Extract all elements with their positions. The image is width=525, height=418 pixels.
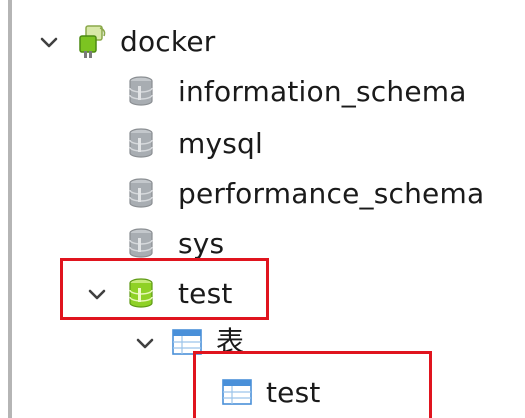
tree-node-database[interactable]: performance_schema xyxy=(12,170,512,218)
connection-label: docker xyxy=(120,25,216,58)
tree-node-database[interactable]: information_schema xyxy=(12,68,492,116)
database-gray-icon xyxy=(128,178,156,210)
connection-plug-icon xyxy=(74,24,106,58)
chevron-down-icon[interactable] xyxy=(38,31,60,53)
database-label: information_schema xyxy=(178,75,467,108)
navigator-tree-panel: docker information_schema mysql performa… xyxy=(0,0,525,418)
database-gray-icon xyxy=(128,228,156,260)
database-gray-icon xyxy=(128,128,156,160)
database-label: mysql xyxy=(178,127,263,160)
highlight-box-table-test xyxy=(193,351,432,418)
chevron-down-icon[interactable] xyxy=(134,332,156,354)
database-gray-icon xyxy=(128,76,156,108)
database-label: sys xyxy=(178,227,225,260)
tree-node-connection-docker[interactable]: docker xyxy=(12,18,312,66)
database-label: performance_schema xyxy=(178,177,485,210)
highlight-box-database-test xyxy=(60,258,269,320)
tree-node-database[interactable]: mysql xyxy=(12,120,312,168)
